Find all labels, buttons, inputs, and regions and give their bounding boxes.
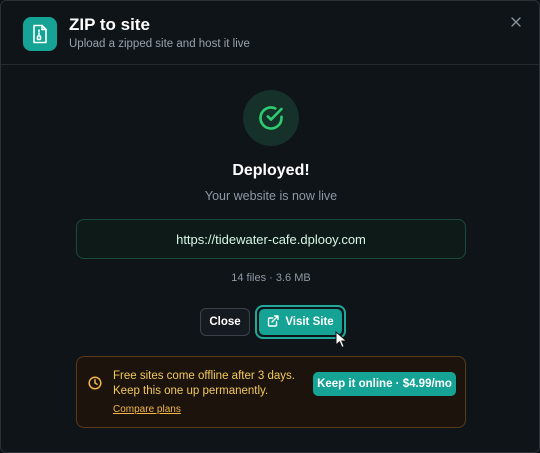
site-url-text: https://tidewater-cafe.dplooy.com <box>176 231 366 247</box>
mouse-cursor-icon <box>335 331 348 349</box>
clock-icon <box>88 376 102 390</box>
dialog-subtitle: Upload a zipped site and host it live <box>69 38 250 50</box>
zip-file-icon <box>23 17 57 51</box>
banner-line-2: Keep this one up permanently. <box>113 385 269 397</box>
compare-plans-link[interactable]: Compare plans <box>113 404 181 415</box>
dialog-header: ZIP to site Upload a zipped site and hos… <box>1 1 539 65</box>
visit-site-label: Visit Site <box>285 316 334 328</box>
banner-line-1: Free sites come offline after 3 days. <box>113 370 295 382</box>
dialog-title: ZIP to site <box>69 15 150 34</box>
zip-to-site-dialog: ZIP to site Upload a zipped site and hos… <box>0 0 540 453</box>
keep-online-button[interactable]: Keep it online · $4.99/mo <box>313 372 456 396</box>
upgrade-banner: Free sites come offline after 3 days. Ke… <box>76 356 466 428</box>
status-message: Your website is now live <box>204 189 338 203</box>
upload-meta: 14 files · 3.6 MB <box>231 272 311 284</box>
external-link-icon <box>267 314 280 330</box>
check-circle-icon <box>243 90 299 146</box>
status-heading: Deployed! <box>232 162 310 179</box>
close-icon[interactable] <box>507 13 525 31</box>
close-button[interactable]: Close <box>200 308 250 336</box>
visit-site-button[interactable]: Visit Site <box>259 309 342 335</box>
site-url-field[interactable]: https://tidewater-cafe.dplooy.com <box>76 219 466 259</box>
